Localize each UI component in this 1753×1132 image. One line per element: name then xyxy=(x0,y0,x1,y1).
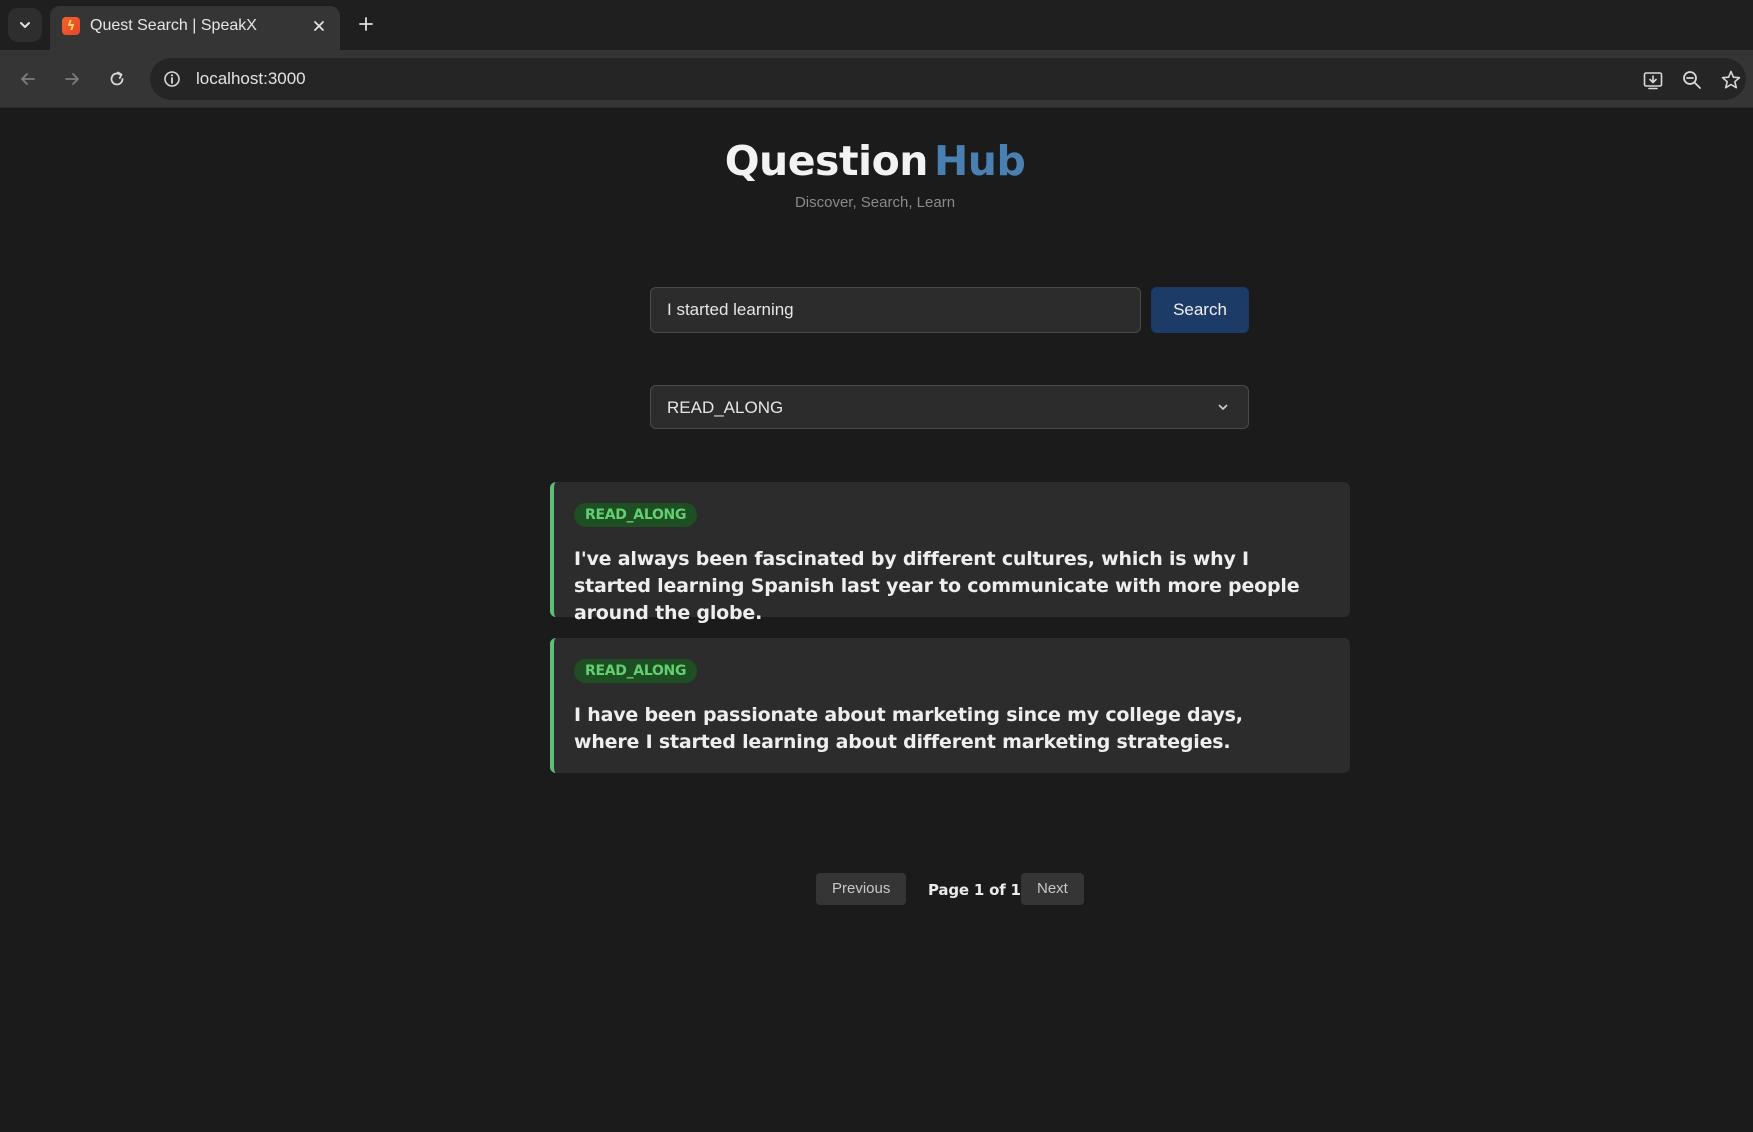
search-input[interactable] xyxy=(650,287,1141,333)
chevron-down-icon xyxy=(1216,400,1230,414)
previous-page-button[interactable]: Previous xyxy=(816,873,907,905)
result-card: READ_ALONG I've always been fascinated b… xyxy=(550,482,1350,624)
tab-search-button[interactable] xyxy=(8,8,42,42)
type-badge: READ_ALONG xyxy=(574,503,698,527)
page-viewport: QuestionHub Discover, Search, Learn Sear… xyxy=(0,109,1753,1132)
speakx-favicon-icon: ϟ xyxy=(62,17,80,35)
type-badge: READ_ALONG xyxy=(574,659,698,683)
search-button[interactable]: Search xyxy=(1151,287,1249,333)
new-tab-button[interactable] xyxy=(352,10,380,38)
reload-icon xyxy=(107,69,127,89)
arrow-right-icon xyxy=(62,69,82,89)
bookmark-button[interactable] xyxy=(1718,67,1744,93)
info-icon xyxy=(163,70,181,88)
reload-button[interactable] xyxy=(102,64,132,94)
browser-tabstrip: ϟ Quest Search | SpeakX xyxy=(0,0,1753,50)
tab-title: Quest Search | SpeakX xyxy=(90,17,257,34)
title-part-question: Question xyxy=(724,137,929,185)
browser-tab-active[interactable]: ϟ Quest Search | SpeakX xyxy=(50,6,340,50)
back-button[interactable] xyxy=(13,64,43,94)
forward-button[interactable] xyxy=(57,64,87,94)
address-bar[interactable]: localhost:3000 xyxy=(150,58,1746,100)
site-info-button[interactable] xyxy=(158,65,186,93)
url-text: localhost:3000 xyxy=(196,69,306,88)
question-text: I've always been fascinated by different… xyxy=(574,548,1300,624)
tab-close-button[interactable] xyxy=(308,15,330,37)
title-part-hub: Hub xyxy=(933,137,1026,185)
arrow-left-icon xyxy=(18,69,38,89)
install-icon xyxy=(1642,69,1664,91)
install-app-button[interactable] xyxy=(1640,67,1666,93)
select-selected-value: READ_ALONG xyxy=(667,398,784,417)
zoom-button[interactable] xyxy=(1679,67,1705,93)
close-icon xyxy=(313,20,325,32)
next-page-button[interactable]: Next xyxy=(1021,873,1084,905)
tagline: Discover, Search, Learn xyxy=(794,194,956,211)
star-icon xyxy=(1720,69,1742,91)
page-title: Question Hub xyxy=(0,137,1753,185)
chevron-down-icon xyxy=(18,18,32,32)
plus-icon xyxy=(358,16,374,32)
result-card: READ_ALONG I have been passionate about … xyxy=(550,638,1350,773)
zoom-out-icon xyxy=(1681,69,1703,91)
page-indicator: Page 1 of 1 xyxy=(928,881,1021,899)
question-type-select[interactable]: READ_ALONG xyxy=(650,385,1249,429)
question-text: I have been passionate about marketing s… xyxy=(574,704,1243,753)
browser-toolbar: localhost:3000 xyxy=(0,50,1753,108)
